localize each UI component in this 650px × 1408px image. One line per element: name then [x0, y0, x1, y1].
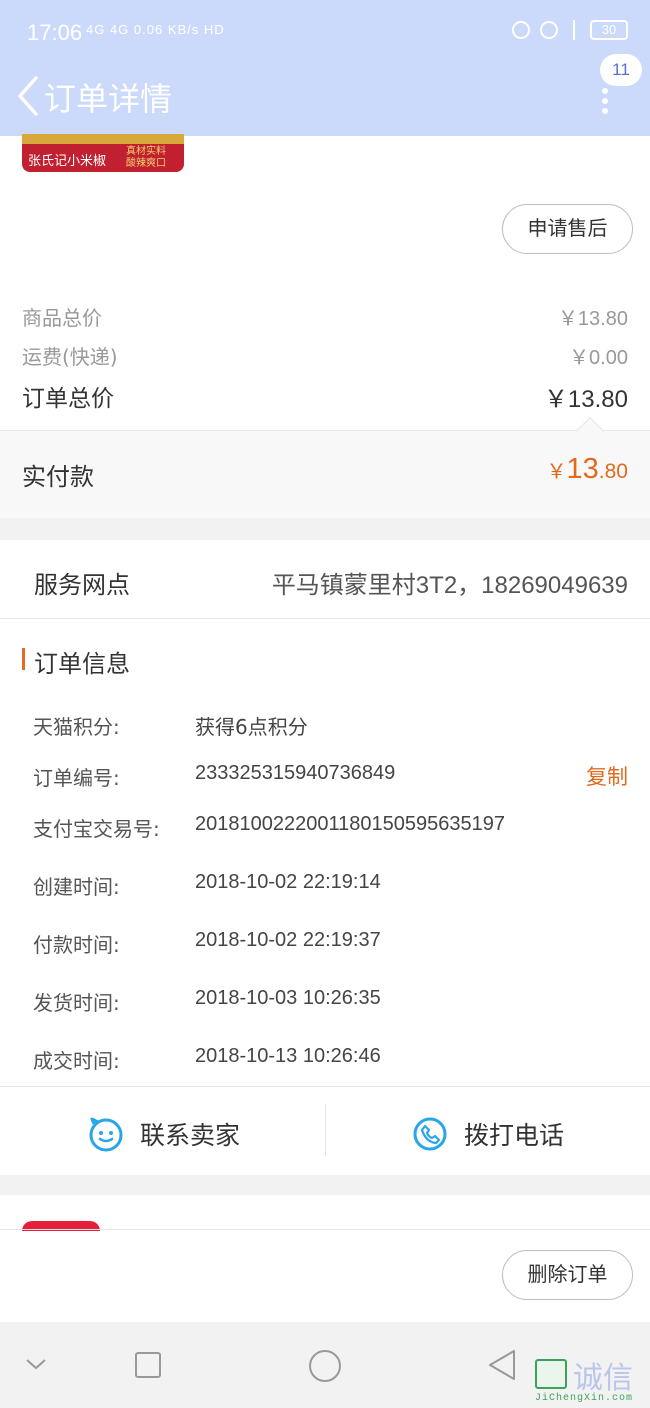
chevron-down-icon[interactable]	[24, 1356, 48, 1372]
watermark-text: 诚信	[573, 1361, 633, 1396]
copy-button[interactable]: 复制	[586, 761, 628, 791]
bluetooth-icon	[568, 20, 580, 40]
status-bar: 17:06 4G 4G 0.06 KB/s HD 30	[0, 0, 650, 66]
goods-total-value: ￥13.80	[557, 308, 628, 330]
alipay-trade-label: 支付宝交易号:	[33, 817, 160, 841]
shipping-label: 运费(快递)	[22, 345, 118, 369]
points-value: 获得6点积分	[195, 715, 308, 739]
watermark-logo: 诚信 JiChengXin.com	[533, 1357, 650, 1407]
square-icon[interactable]	[134, 1351, 162, 1379]
thumbnail-brand: 张氏记小米椒	[28, 154, 107, 169]
triangle-back-icon[interactable]	[486, 1348, 518, 1382]
divider	[0, 1229, 650, 1230]
alipay-trade-value: 2018100222001180150595635197	[195, 813, 505, 835]
phone-icon	[413, 1117, 447, 1151]
network-indicator: 4G 4G 0.06 KB/s HD	[86, 22, 225, 37]
order-total-label: 订单总价	[22, 386, 114, 412]
alarm-icon	[540, 21, 558, 39]
shipped-time-value: 2018-10-03 10:26:35	[195, 987, 381, 1009]
completed-time-value: 2018-10-13 10:26:46	[195, 1045, 381, 1067]
completed-time-label: 成交时间:	[33, 1049, 120, 1073]
navigation-bar: 订单详情	[0, 66, 650, 136]
created-time-label: 创建时间:	[33, 875, 120, 899]
shipped-time-label: 发货时间:	[33, 991, 120, 1015]
order-number-value: 233325315940736849	[195, 762, 396, 784]
divider	[0, 1086, 650, 1087]
contact-seller-label: 联系卖家	[140, 1121, 241, 1150]
circle-icon[interactable]	[307, 1348, 343, 1384]
order-info-title: 订单信息	[34, 650, 130, 678]
thumbnail-tagline: 真材实料 酸辣爽口	[126, 146, 166, 169]
chevron-left-icon[interactable]	[14, 74, 44, 118]
after-sale-button[interactable]: 申请售后	[502, 204, 633, 254]
delete-order-button[interactable]: 删除订单	[502, 1250, 633, 1300]
service-point-label: 服务网点	[34, 571, 130, 599]
notification-badge[interactable]: 11	[600, 54, 642, 86]
more-vertical-icon[interactable]	[601, 88, 609, 114]
call-phone-label: 拨打电话	[464, 1121, 565, 1150]
points-label: 天猫积分:	[33, 715, 120, 739]
call-phone-button[interactable]: 拨打电话	[412, 1104, 564, 1164]
shipping-value: ￥0.00	[569, 347, 628, 369]
status-time: 17:06	[27, 20, 83, 45]
battery-icon: 30	[590, 20, 628, 40]
order-number-label: 订单编号:	[33, 766, 120, 790]
service-point-row: 服务网点 平马镇蒙里村3T2，18269049639	[0, 540, 650, 618]
paid-time-value: 2018-10-02 22:19:37	[195, 929, 381, 951]
paid-label: 实付款	[22, 463, 94, 491]
order-total-value: ￥13.80	[543, 386, 628, 413]
paid-time-label: 付款时间:	[33, 933, 120, 957]
page-title: 订单详情	[44, 80, 173, 118]
service-point-value: 平马镇蒙里村3T2，18269049639	[271, 572, 628, 599]
status-icons: 30	[512, 20, 628, 40]
paid-amount-row: 实付款 ￥13.80	[0, 416, 650, 518]
watermark-url: JiChengXin.com	[535, 1393, 634, 1404]
section-marker	[22, 648, 25, 670]
divider	[325, 1104, 326, 1156]
goods-total-label: 商品总价	[22, 306, 102, 330]
created-time-value: 2018-10-02 22:19:14	[195, 871, 381, 893]
product-thumbnail[interactable]: 张氏记小米椒 真材实料 酸辣爽口	[22, 134, 184, 172]
contact-seller-button[interactable]: 联系卖家	[88, 1104, 240, 1164]
paid-amount: ￥13.80	[546, 453, 628, 485]
lock-icon	[512, 21, 530, 39]
chat-face-icon	[89, 1117, 123, 1152]
